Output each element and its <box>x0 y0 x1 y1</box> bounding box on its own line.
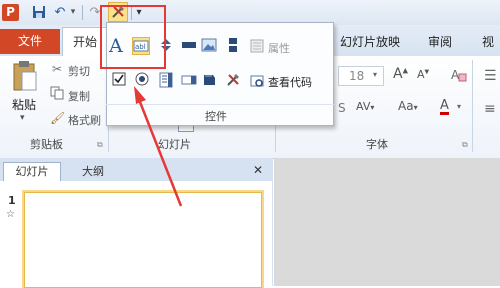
view-code-icon[interactable] <box>250 74 264 88</box>
tab-review[interactable]: 审阅 <box>428 29 452 55</box>
close-pane-icon[interactable]: ✕ <box>253 163 263 177</box>
tab-file[interactable]: 文件 <box>0 29 60 54</box>
shrink-font-button[interactable]: A▼ <box>417 68 429 81</box>
undo-icon[interactable]: ↶ <box>52 3 68 22</box>
font-size-value: 18 <box>349 69 365 83</box>
clipboard-group-label: 剪贴板 <box>30 138 63 151</box>
slide-number: 1 <box>8 194 16 207</box>
paste-icon[interactable] <box>12 60 38 92</box>
change-case-label: Aa <box>398 99 414 113</box>
tab-slides-pane[interactable]: 幻灯片 <box>3 162 61 181</box>
strikethrough-icon[interactable]: S <box>338 101 346 115</box>
change-case-button[interactable]: Aa▾ <box>398 99 418 113</box>
tab-outline-pane[interactable]: 大纲 <box>66 162 120 181</box>
grow-font-button[interactable]: A▲ <box>393 66 408 82</box>
font-group-label: 字体 <box>366 138 388 151</box>
format-painter-icon[interactable]: 🖌 <box>50 111 65 125</box>
option-button-control-icon[interactable] <box>133 72 151 90</box>
powerpoint-logo-icon: P <box>2 4 19 21</box>
cut-button[interactable]: 剪切 <box>68 63 90 79</box>
clear-formatting-icon[interactable]: A <box>450 66 468 84</box>
paste-dropdown-icon[interactable]: ▾ <box>20 113 25 123</box>
scrollbar-control-icon[interactable] <box>180 37 198 55</box>
paste-button[interactable]: 粘贴 <box>12 96 36 113</box>
slides-group-label: 幻灯片 <box>158 138 191 151</box>
font-color-button[interactable]: A <box>440 99 449 115</box>
slide-thumbnail[interactable] <box>24 192 262 288</box>
undo-dropdown-icon[interactable]: ▾ <box>68 3 78 22</box>
save-icon[interactable] <box>30 3 48 22</box>
tab-view[interactable]: 视图 <box>482 29 500 75</box>
view-code-button[interactable]: 查看代码 <box>268 74 312 90</box>
font-size-dropdown-icon[interactable]: ▾ <box>373 70 377 79</box>
shrink-font-label: A <box>417 68 425 81</box>
font-color-label: A <box>440 98 449 113</box>
character-spacing-label: AV <box>356 100 371 113</box>
align-left-icon[interactable]: ≡ <box>484 101 496 117</box>
font-size-combo[interactable]: 18 ▾ <box>338 66 384 86</box>
dropdown-divider <box>106 104 334 105</box>
format-painter-button[interactable]: 格式刷 <box>68 112 101 128</box>
properties-icon[interactable] <box>250 39 264 53</box>
grow-font-label: A <box>393 66 403 82</box>
command-button-control-icon[interactable] <box>200 72 218 90</box>
listbox-control-icon[interactable] <box>157 72 175 90</box>
toggle-control-icon[interactable] <box>224 37 242 55</box>
group-separator-3 <box>472 60 473 152</box>
annotation-highlight-box <box>100 5 166 69</box>
checkbox-control-icon[interactable] <box>110 72 128 90</box>
qat-separator <box>82 5 83 20</box>
more-controls-icon[interactable] <box>224 72 242 90</box>
font-color-dropdown-icon[interactable]: ▾ <box>457 102 461 111</box>
copy-icon[interactable] <box>50 86 64 100</box>
slide-editing-area[interactable] <box>274 158 500 286</box>
bullets-icon[interactable]: ☰ <box>484 68 497 84</box>
character-spacing-button[interactable]: AV▾ <box>356 100 374 113</box>
properties-button[interactable]: 属性 <box>268 40 290 56</box>
controls-group-label: 控件 <box>205 110 227 123</box>
combobox-control-icon[interactable] <box>180 72 198 90</box>
clipboard-dialog-launcher-icon[interactable]: ⧉ <box>97 140 103 150</box>
copy-button[interactable]: 复制 <box>68 88 90 104</box>
font-dialog-launcher-icon[interactable]: ⧉ <box>462 140 468 150</box>
image-control-icon[interactable] <box>200 37 218 55</box>
cut-icon[interactable]: ✂ <box>52 62 66 76</box>
slide-transition-icon: ☆ <box>6 209 15 220</box>
tab-slideshow[interactable]: 幻灯片放映 <box>340 29 400 55</box>
